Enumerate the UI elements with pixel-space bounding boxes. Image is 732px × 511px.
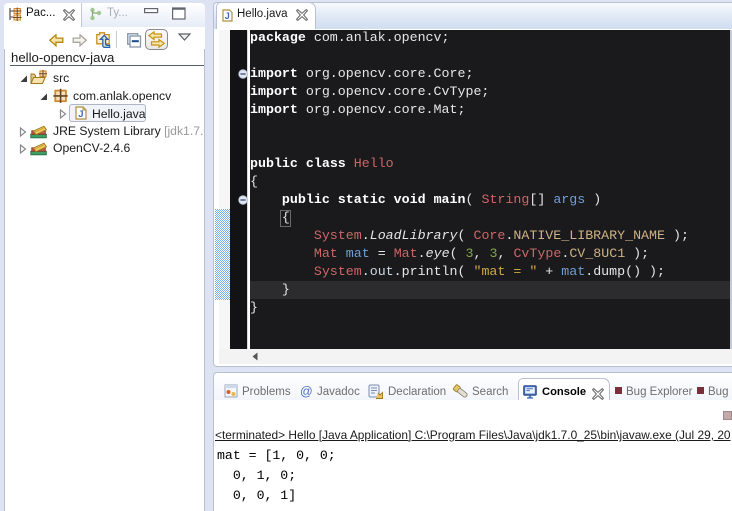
svg-text:J: J	[225, 11, 230, 21]
svg-text:@: @	[300, 385, 313, 399]
svg-text:J: J	[78, 109, 83, 120]
